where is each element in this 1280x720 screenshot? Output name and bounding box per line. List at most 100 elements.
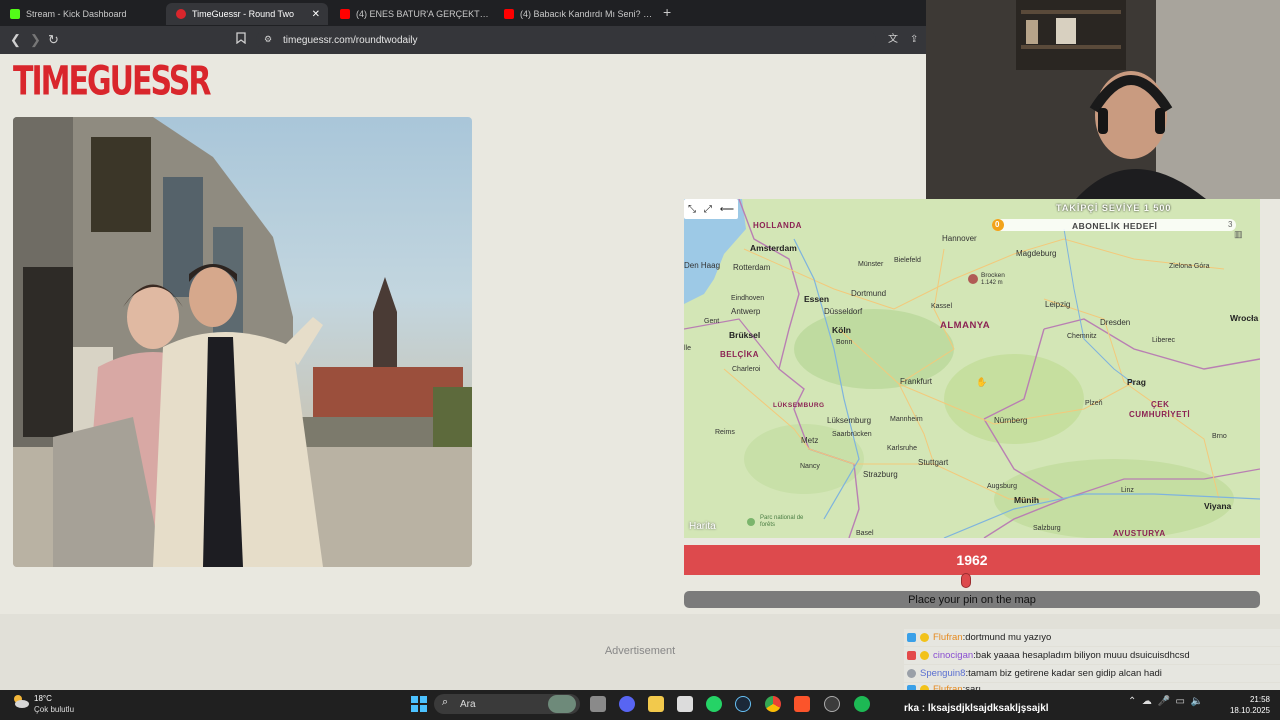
windows-start-icon[interactable] bbox=[411, 696, 427, 712]
country-label: CUMHURİYETİ bbox=[1129, 410, 1191, 419]
system-tray[interactable]: ⌃ ☁ 🎤 ▭ 🔈 bbox=[1128, 696, 1203, 707]
tab-label: (4) ENES BATUR'A GERÇEKTEN NE OL bbox=[356, 9, 492, 19]
city-label: Amsterdam bbox=[750, 243, 797, 253]
city-label: Chemnitz bbox=[1067, 333, 1097, 340]
chrome-icon[interactable] bbox=[765, 696, 781, 712]
temperature: 18°C bbox=[34, 694, 52, 703]
city-label: Köln bbox=[832, 325, 851, 335]
youtube-icon bbox=[504, 9, 514, 19]
map-layers-icon[interactable]: ▥ bbox=[1234, 229, 1243, 240]
cloud-weather-icon[interactable] bbox=[12, 692, 30, 710]
new-tab-icon[interactable]: + bbox=[663, 4, 671, 20]
chat-text: dortmund mu yazıyo bbox=[965, 632, 1052, 643]
city-label: Brocken bbox=[981, 272, 1005, 279]
city-label: lle bbox=[684, 345, 692, 352]
tab-youtube-enes-batur[interactable]: (4) ENES BATUR'A GERÇEKTEN NE OL bbox=[330, 3, 492, 25]
badge-icon bbox=[920, 633, 929, 642]
chat-message: Flufran : dortmund mu yazıyo bbox=[904, 629, 1280, 646]
reload-icon[interactable]: ↻ bbox=[48, 32, 59, 48]
whatsapp-icon[interactable] bbox=[706, 696, 722, 712]
goal-start: 0 bbox=[995, 220, 1000, 229]
city-label: Nürnberg bbox=[994, 416, 1028, 425]
chat-username: Flufran bbox=[933, 632, 963, 643]
city-label: Leipzig bbox=[1045, 300, 1071, 309]
map-size-controls: ⤡ ⤢ ⟵ bbox=[684, 199, 738, 219]
browser-tab-strip: Stream - Kick Dashboard TimeGuessr - Rou… bbox=[0, 0, 926, 26]
round-photo bbox=[13, 117, 472, 567]
chat-text: tamam biz getirene kadar sen gidip alcan… bbox=[968, 668, 1162, 679]
pin-map-icon[interactable]: ⟵ bbox=[720, 204, 734, 215]
search-icon: ⌕ bbox=[442, 696, 449, 708]
date: 18.10.2025 bbox=[1229, 706, 1270, 715]
discord-icon[interactable] bbox=[619, 696, 635, 712]
city-label: Hannover bbox=[942, 234, 977, 243]
country-label: LÜKSEMBURG bbox=[773, 402, 825, 409]
microsoft-store-icon[interactable] bbox=[677, 696, 693, 712]
year-slider-thumb[interactable] bbox=[961, 573, 972, 588]
badge-icon bbox=[920, 651, 929, 660]
city-label: Augsburg bbox=[987, 483, 1017, 490]
task-view-icon[interactable] bbox=[590, 696, 606, 712]
site-info-icon[interactable]: ⚙ bbox=[264, 34, 272, 45]
browser-toolbar: ❮ ❯ ↻ ⚙ timeguessr.com/roundtwodaily 文 ⇪ bbox=[0, 26, 926, 54]
clock[interactable]: 21:58 18.10.2025 bbox=[1226, 694, 1270, 716]
city-label: Essen bbox=[804, 294, 830, 304]
badge-icon bbox=[907, 669, 916, 678]
goal-label: ABONELİK HEDEFİ bbox=[1072, 221, 1158, 231]
search-highlight-icon[interactable] bbox=[548, 695, 576, 713]
park-label: Parc national de forêts bbox=[760, 515, 804, 528]
city-label: Bonn bbox=[836, 339, 853, 346]
translate-icon[interactable]: 文 bbox=[888, 32, 898, 48]
timeguessr-logo[interactable]: TIMEGUESSR bbox=[13, 61, 211, 119]
url-text: timeguessr.com/roundtwodaily bbox=[283, 34, 418, 46]
badge-icon bbox=[907, 633, 916, 642]
country-label: ÇEK bbox=[1151, 400, 1170, 409]
city-label: Linz bbox=[1121, 487, 1134, 494]
tab-label: (4) Babacık Kandırdı Mı Seni? - YouTu bbox=[520, 9, 654, 19]
file-explorer-icon[interactable] bbox=[648, 696, 664, 712]
obs-icon[interactable] bbox=[824, 696, 840, 712]
city-label: Viyana bbox=[1204, 501, 1232, 511]
tab-kick-dashboard[interactable]: Stream - Kick Dashboard bbox=[0, 3, 164, 25]
webcam-feed bbox=[926, 0, 1280, 199]
city-label: Den Haag bbox=[684, 261, 721, 270]
weather-condition: Çok bulutlu bbox=[34, 705, 75, 714]
share-icon[interactable]: ⇪ bbox=[910, 32, 918, 48]
city-label: Düsseldorf bbox=[824, 307, 863, 316]
year-slider[interactable] bbox=[684, 576, 1260, 584]
place-pin-button[interactable]: Place your pin on the map bbox=[684, 591, 1260, 608]
spotify-icon[interactable] bbox=[854, 696, 870, 712]
hand-cursor-icon: ✋ bbox=[976, 377, 988, 387]
city-label: Eindhoven bbox=[731, 295, 765, 302]
shrink-map-icon[interactable]: ⤢ bbox=[704, 204, 712, 215]
city-label: Brno bbox=[1212, 433, 1227, 440]
city-label: Mannheim bbox=[890, 416, 923, 423]
city-label: Antwerp bbox=[731, 307, 761, 316]
guess-map[interactable]: HOLLANDA BELÇİKA LÜKSEMBURG ALMANYA ÇEK … bbox=[684, 199, 1260, 538]
city-label: Metz bbox=[801, 436, 819, 445]
city-label: Bielefeld bbox=[894, 257, 921, 264]
city-label: Frankfurt bbox=[900, 377, 933, 386]
chat-username: cinocigan bbox=[933, 650, 974, 661]
tab-youtube-babacik[interactable]: (4) Babacık Kandırdı Mı Seni? - YouTu bbox=[494, 3, 654, 25]
steam-icon[interactable] bbox=[735, 696, 751, 712]
windows-taskbar bbox=[0, 690, 1280, 720]
city-label: Basel bbox=[856, 530, 874, 537]
close-tab-icon[interactable]: ✕ bbox=[312, 9, 320, 20]
city-label: Nancy bbox=[800, 463, 820, 470]
city-label: Reims bbox=[715, 429, 735, 436]
city-label: Dortmund bbox=[851, 289, 887, 298]
tab-timeguessr[interactable]: TimeGuessr - Round Two ✕ bbox=[166, 3, 328, 25]
tab-label: Stream - Kick Dashboard bbox=[26, 9, 127, 19]
kick-icon bbox=[10, 9, 20, 19]
forward-icon[interactable]: ❯ bbox=[30, 32, 41, 48]
city-label: Prag bbox=[1127, 377, 1146, 387]
badge-icon bbox=[907, 651, 916, 660]
back-icon[interactable]: ❮ bbox=[10, 32, 21, 48]
city-label: Rotterdam bbox=[733, 263, 771, 272]
address-bar[interactable]: ⚙ timeguessr.com/roundtwodaily bbox=[256, 29, 876, 51]
bookmark-icon[interactable] bbox=[236, 32, 246, 48]
expand-map-icon[interactable]: ⤡ bbox=[688, 204, 696, 215]
country-label: BELÇİKA bbox=[720, 350, 760, 359]
brave-icon[interactable] bbox=[794, 696, 810, 712]
